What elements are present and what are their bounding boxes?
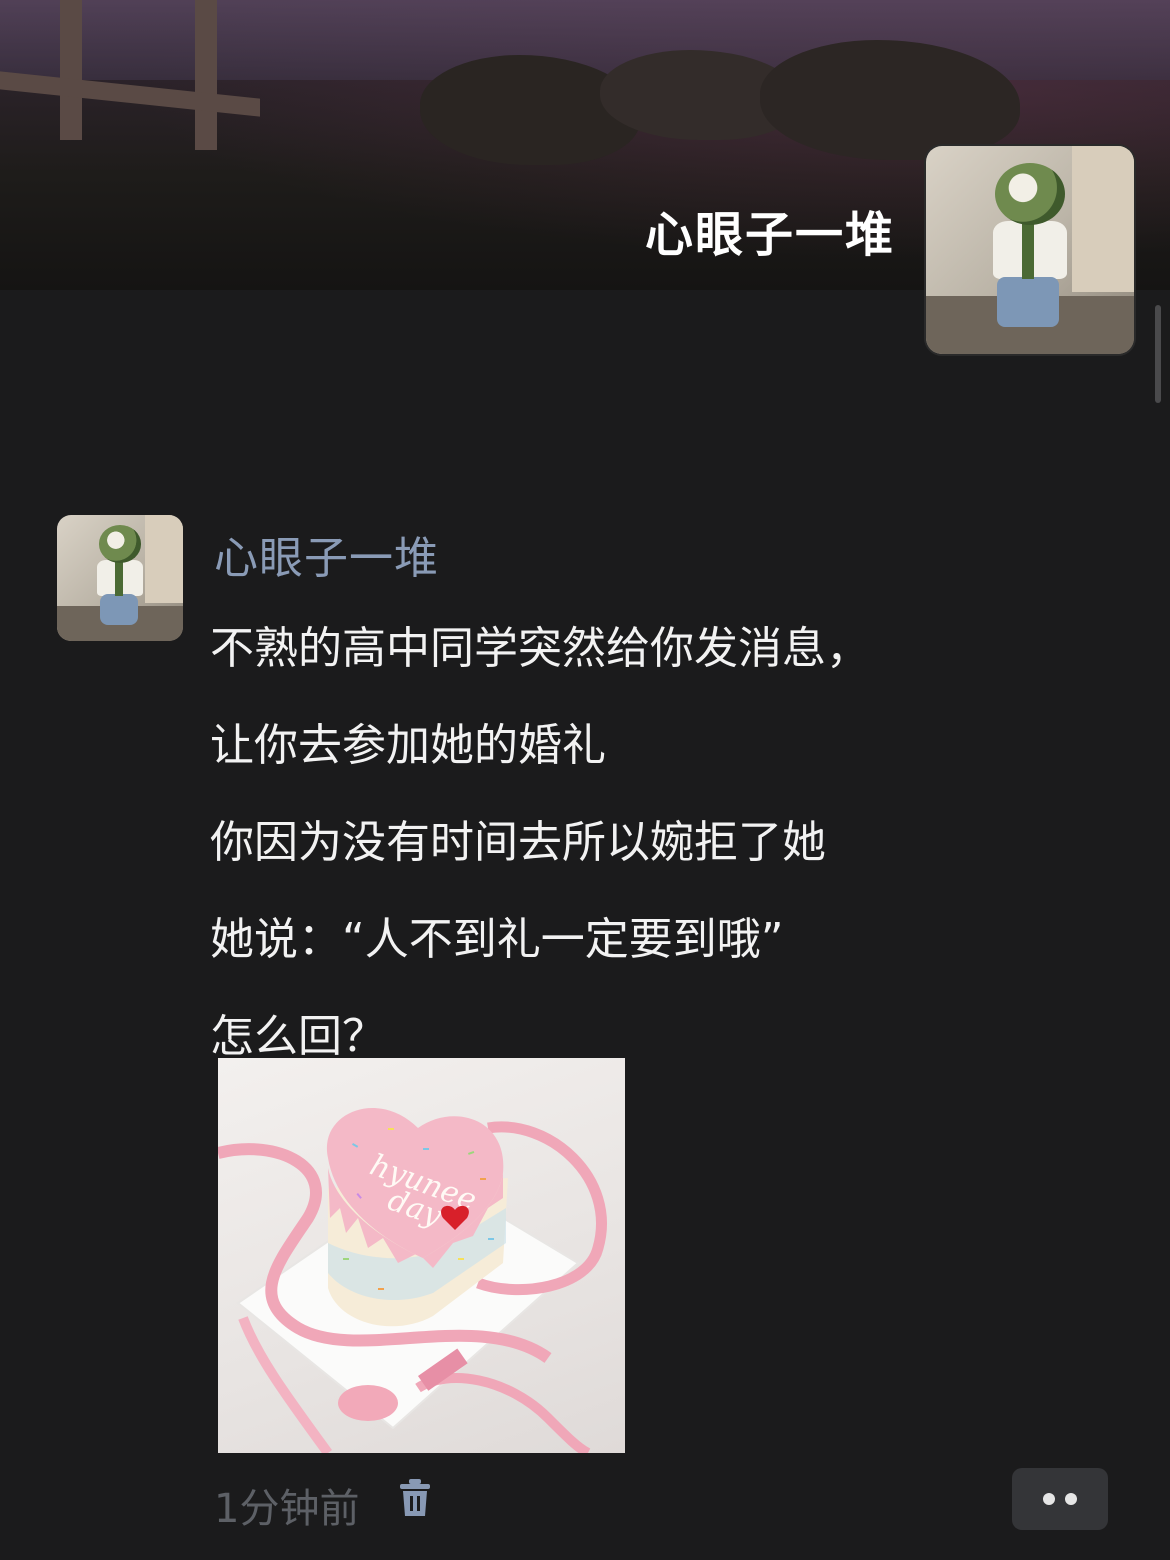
cover-pier-post — [195, 0, 217, 150]
avatar-bouquet — [1021, 216, 1035, 280]
dot — [1043, 1493, 1055, 1505]
post-text-line: 你因为没有时间去所以婉拒了她 — [210, 817, 826, 868]
cover-pier-post — [60, 0, 82, 140]
dot — [1065, 1493, 1077, 1505]
avatar-image — [57, 515, 183, 641]
avatar-flowers — [98, 525, 142, 563]
trash-icon[interactable] — [398, 1478, 432, 1518]
post-content: 不熟的高中同学突然给你发消息， 让你去参加她的婚礼 你因为没有时间去所以婉拒了她… — [210, 600, 1110, 1085]
avatar-image — [926, 146, 1134, 354]
avatar-wall — [1071, 146, 1134, 292]
more-dots-icon[interactable] — [1012, 1468, 1108, 1530]
post-author-avatar[interactable] — [57, 515, 183, 641]
avatar-flowers — [994, 162, 1066, 226]
post-text-line: 她说：“人不到礼一定要到哦” — [210, 914, 784, 965]
avatar-jeans — [996, 277, 1060, 327]
trash-icon-svg — [400, 1479, 430, 1516]
post-timestamp: 1分钟前 — [214, 1486, 360, 1532]
post-text-line: 让你去参加她的婚礼 — [210, 720, 606, 771]
cake-photo: hyunee day — [218, 1107, 607, 1453]
profile-avatar[interactable] — [924, 144, 1136, 356]
ribbon — [415, 1373, 591, 1453]
profile-title: 心眼子一堆 — [644, 207, 895, 263]
avatar-jeans — [99, 594, 138, 625]
post-image[interactable]: hyunee day — [218, 1058, 625, 1453]
scrollbar[interactable] — [1155, 305, 1161, 403]
avatar-bouquet — [114, 557, 123, 596]
post-text-line: 不熟的高中同学突然给你发消息， — [210, 623, 870, 674]
ribbon-bow — [338, 1385, 398, 1421]
post-author-name[interactable]: 心眼子一堆 — [214, 522, 439, 586]
avatar-wall — [145, 515, 183, 604]
